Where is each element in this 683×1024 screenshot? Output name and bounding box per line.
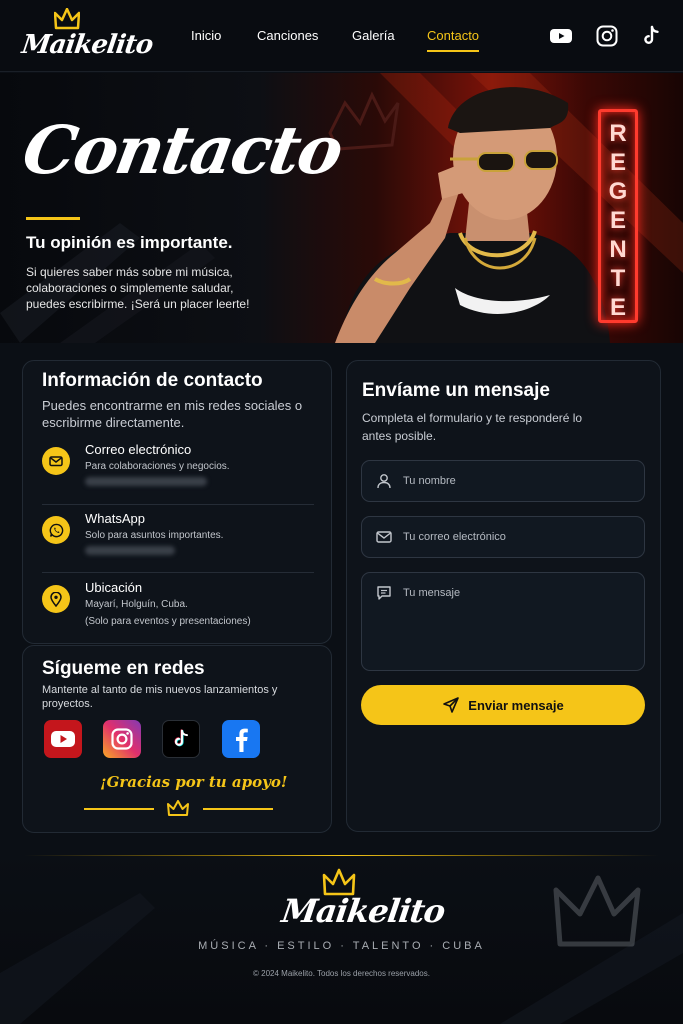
form-title: Envíame un mensaje <box>362 380 550 401</box>
hero-accent-bar <box>26 217 80 220</box>
redacted-email <box>85 477 207 486</box>
facebook-icon[interactable] <box>222 720 260 758</box>
neon-letter: N <box>609 236 627 263</box>
footer-tagline: MÚSICA · ESTILO · TALENTO · CUBA <box>198 940 485 952</box>
divider <box>42 504 314 505</box>
message-textarea[interactable]: Tu mensaje <box>361 572 645 671</box>
neon-letter: E <box>609 207 626 234</box>
name-placeholder: Tu nombre <box>403 475 456 487</box>
footer-brand-name: Maikelito <box>279 892 447 930</box>
nav-link-inicio[interactable]: Inicio <box>191 28 221 43</box>
contact-item-title: Correo electrónico <box>85 442 192 457</box>
crown-icon <box>54 8 80 30</box>
hero-description: Si quieres saber más sobre mi música, co… <box>26 265 250 311</box>
mail-icon <box>42 447 70 475</box>
contact-item-desc: Solo para asuntos importantes. <box>85 530 224 541</box>
contact-info-title: Información de contacto <box>42 370 263 391</box>
hero-subtitle: Tu opinión es importante. <box>26 233 233 252</box>
neon-letter: E <box>609 149 626 176</box>
neon-sign: R E G E N T E <box>598 109 638 323</box>
youtube-icon[interactable] <box>549 24 573 48</box>
user-icon <box>377 474 391 489</box>
social-subtitle: Mantente al tanto de mis nuevos lanzamie… <box>42 684 278 710</box>
contact-item-desc: Mayarí, Holguín, Cuba. <box>85 599 188 610</box>
thanks-message: ¡Gracias por tu apoyo! <box>100 773 288 791</box>
instagram-icon[interactable] <box>595 24 619 48</box>
tiktok-icon[interactable] <box>639 24 663 48</box>
nav-link-contacto[interactable]: Contacto <box>427 28 479 43</box>
email-input[interactable]: Tu correo electrónico <box>361 516 645 558</box>
neon-letter: E <box>609 294 626 321</box>
message-placeholder: Tu mensaje <box>403 587 461 599</box>
contact-item-note: (Solo para eventos y presentaciones) <box>85 616 251 627</box>
hero-banner: Contacto Tu opinión es importante. Si qu… <box>0 73 683 343</box>
nav-link-canciones[interactable]: Canciones <box>257 28 318 43</box>
active-nav-indicator <box>427 50 479 52</box>
decorative-line <box>203 808 273 810</box>
send-message-button[interactable]: Enviar mensaje <box>361 685 645 725</box>
artist-photo <box>335 87 610 343</box>
email-placeholder: Tu correo electrónico <box>403 531 506 543</box>
contact-info-subtitle: Puedes encontrarme en mis redes sociales… <box>42 398 303 430</box>
footer-divider <box>24 855 659 856</box>
hero-title: Contacto <box>17 111 348 189</box>
crown-icon <box>167 800 189 816</box>
nav-link-galeria[interactable]: Galería <box>352 28 395 43</box>
social-title: Sígueme en redes <box>42 658 205 679</box>
whatsapp-icon <box>42 516 70 544</box>
neon-letter: T <box>610 265 626 292</box>
send-icon <box>443 697 460 713</box>
footer-logo[interactable]: Maikelito <box>279 868 447 936</box>
location-pin-icon <box>42 585 70 613</box>
message-icon <box>377 586 391 600</box>
contact-item-desc: Para colaboraciones y negocios. <box>85 461 230 472</box>
instagram-icon[interactable] <box>103 720 141 758</box>
neon-letter: G <box>608 178 628 205</box>
form-subtitle: Completa el formulario y te responderé l… <box>362 411 583 443</box>
contact-item-title: Ubicación <box>85 580 143 595</box>
tiktok-icon[interactable] <box>162 720 200 758</box>
contact-item-title: WhatsApp <box>85 511 145 526</box>
youtube-icon[interactable] <box>44 720 82 758</box>
mail-icon <box>376 531 392 543</box>
divider <box>42 572 314 573</box>
name-input[interactable]: Tu nombre <box>361 460 645 502</box>
send-button-label: Enviar mensaje <box>468 697 564 713</box>
footer-copyright: © 2024 Maikelito. Todos los derechos res… <box>253 969 430 978</box>
top-navbar: Maikelito Inicio Canciones Galería Conta… <box>0 0 683 72</box>
neon-letter: R <box>609 120 627 147</box>
brand-name: Maikelito <box>19 30 155 60</box>
decorative-line <box>84 808 154 810</box>
brand-logo[interactable]: Maikelito <box>20 8 154 64</box>
redacted-phone <box>85 546 175 555</box>
